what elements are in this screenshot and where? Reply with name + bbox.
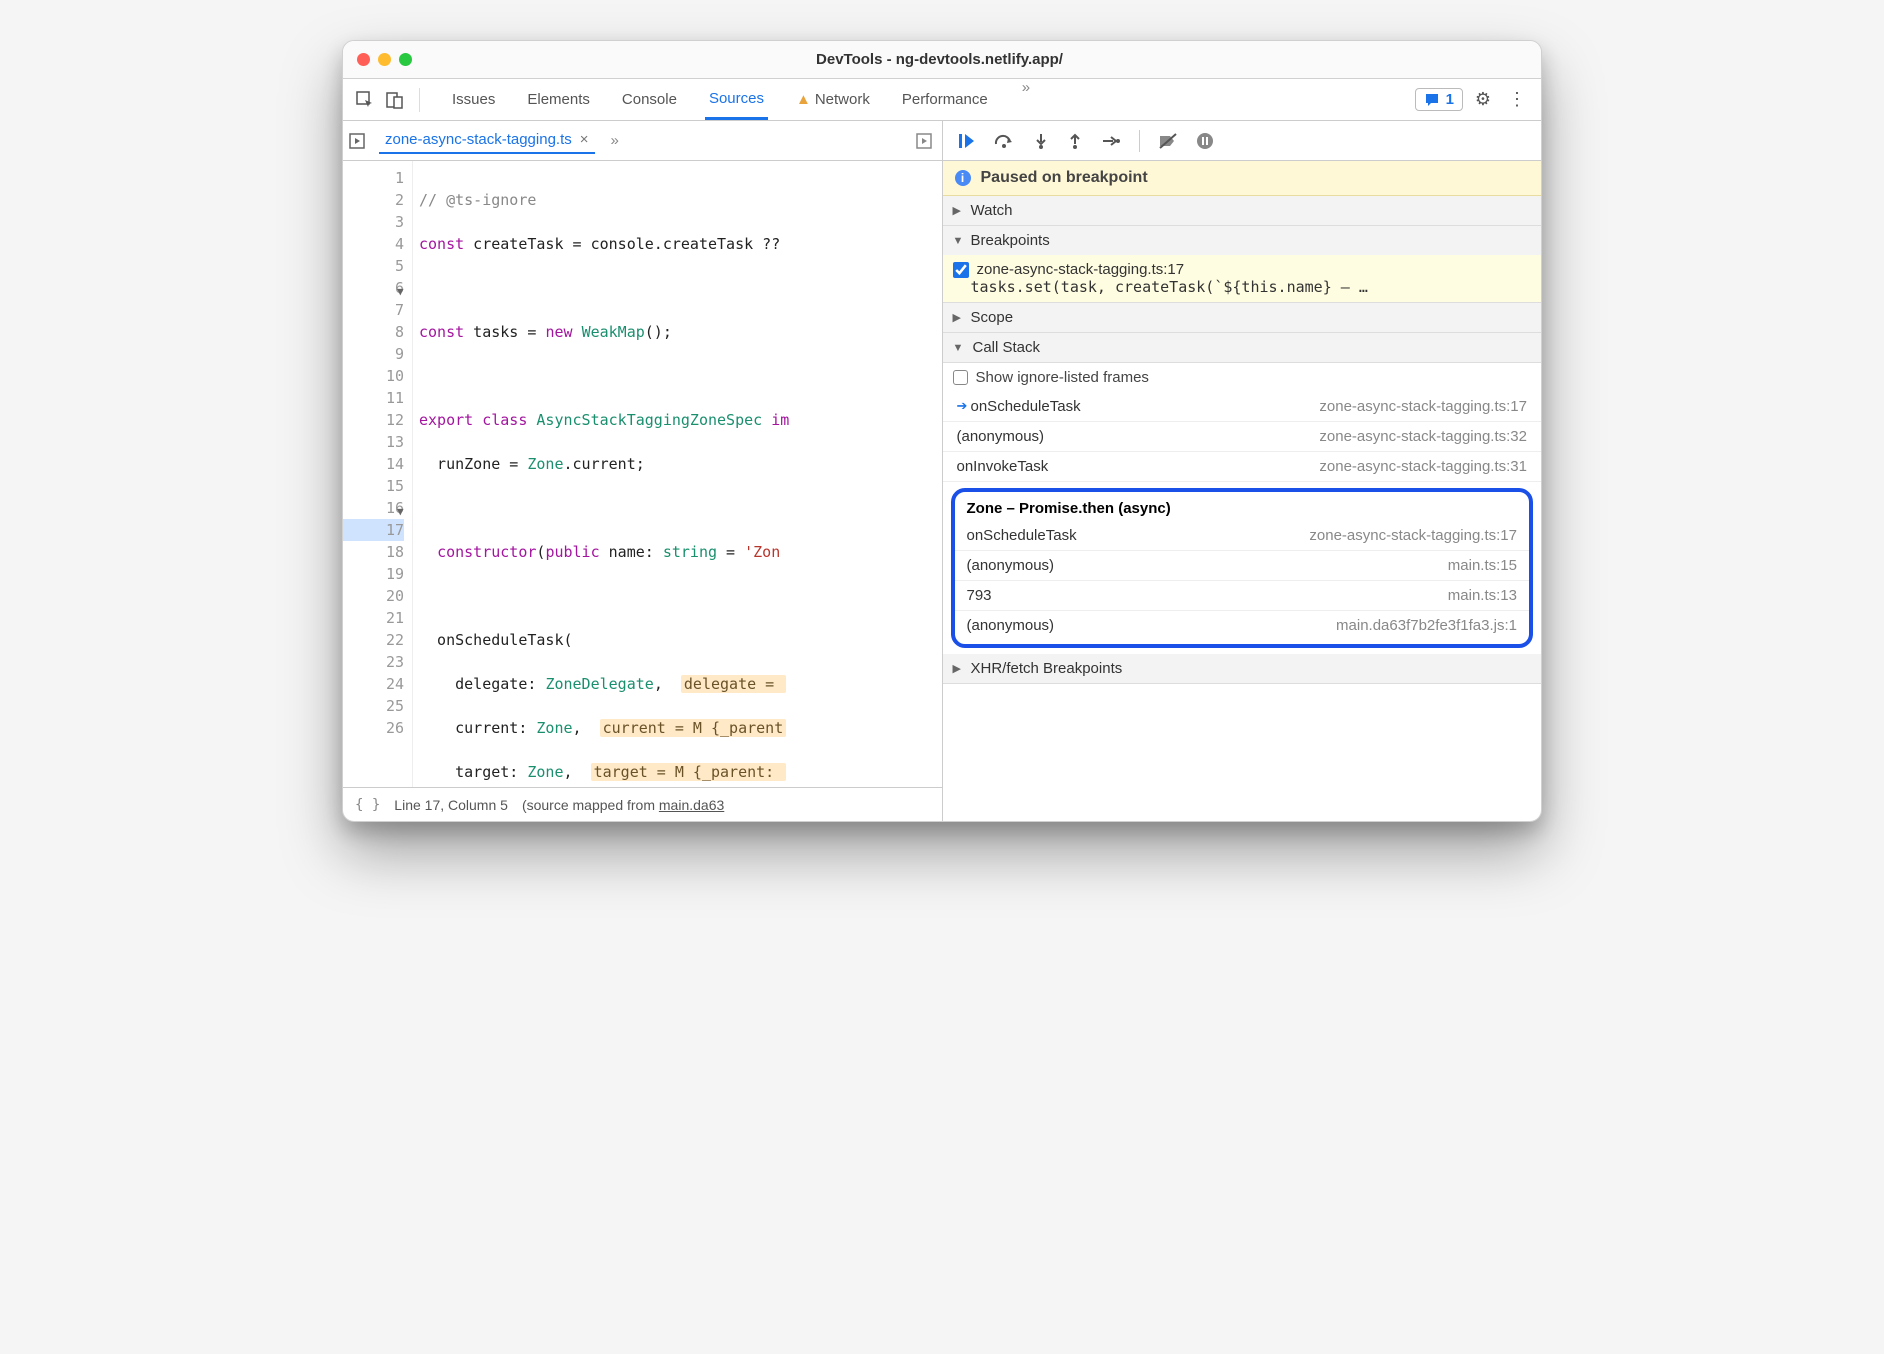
pretty-print-icon[interactable]: { } bbox=[355, 797, 380, 813]
scope-section[interactable]: ▶Scope bbox=[943, 303, 1542, 333]
close-tab-icon[interactable]: × bbox=[580, 131, 589, 148]
step-over-icon[interactable] bbox=[993, 132, 1015, 150]
source-map-link[interactable]: main.da63 bbox=[659, 797, 724, 813]
pause-banner: i Paused on breakpoint bbox=[943, 161, 1542, 196]
speech-bubble-icon bbox=[1424, 92, 1440, 108]
cursor-position: Line 17, Column 5 bbox=[394, 797, 508, 813]
panel-tabs: Issues Elements Console Sources ▲Network… bbox=[448, 79, 1409, 120]
more-tabs-icon[interactable]: » bbox=[1016, 79, 1036, 120]
main-toolbar: Issues Elements Console Sources ▲Network… bbox=[343, 79, 1541, 121]
line-gutter[interactable]: 12345 6▼ 789101112131415 16▼ 17 18192021… bbox=[343, 161, 413, 787]
editor-statusbar: { } Line 17, Column 5 (source mapped fro… bbox=[343, 787, 942, 821]
breakpoints-header[interactable]: ▼Breakpoints bbox=[943, 226, 1542, 255]
more-options-icon[interactable]: ⋮ bbox=[1503, 89, 1531, 110]
file-tabs-bar: zone-async-stack-tagging.ts × » bbox=[343, 121, 942, 161]
source-map-info: (source mapped from main.da63 bbox=[522, 797, 724, 813]
warning-icon: ▲ bbox=[796, 91, 811, 108]
stack-frame[interactable]: (anonymous) main.da63f7b2fe3f1fa3.js:1 bbox=[955, 611, 1530, 640]
tab-network[interactable]: ▲Network bbox=[792, 79, 874, 120]
ignore-listed-toggle[interactable]: Show ignore-listed frames bbox=[943, 363, 1542, 392]
step-into-icon[interactable] bbox=[1033, 132, 1049, 150]
maximize-window-button[interactable] bbox=[399, 53, 412, 66]
titlebar: DevTools - ng-devtools.netlify.app/ bbox=[343, 41, 1541, 79]
info-icon: i bbox=[955, 170, 971, 186]
tab-elements[interactable]: Elements bbox=[523, 79, 594, 120]
debugger-panel: i Paused on breakpoint ▶Watch ▼Breakpoin… bbox=[943, 121, 1542, 821]
pause-exceptions-icon[interactable] bbox=[1196, 132, 1214, 150]
devtools-window: DevTools - ng-devtools.netlify.app/ Issu… bbox=[342, 40, 1542, 822]
window-title: DevTools - ng-devtools.netlify.app/ bbox=[412, 51, 1467, 68]
async-stack-group: Zone – Promise.then (async) onScheduleTa… bbox=[951, 488, 1534, 648]
breakpoints-section: ▼Breakpoints zone-async-stack-tagging.ts… bbox=[943, 226, 1542, 303]
file-tab-active[interactable]: zone-async-stack-tagging.ts × bbox=[379, 127, 595, 154]
source-panel: zone-async-stack-tagging.ts × » 12345 6▼… bbox=[343, 121, 943, 821]
breakpoint-checkbox[interactable] bbox=[953, 262, 969, 278]
issues-counter[interactable]: 1 bbox=[1415, 88, 1463, 111]
stack-frame[interactable]: (anonymous) zone-async-stack-tagging.ts:… bbox=[943, 422, 1542, 452]
step-out-icon[interactable] bbox=[1067, 132, 1083, 150]
watch-section[interactable]: ▶Watch bbox=[943, 196, 1542, 226]
code-content[interactable]: // @ts-ignore const createTask = console… bbox=[413, 161, 942, 787]
tab-performance[interactable]: Performance bbox=[898, 79, 992, 120]
navigator-toggle-icon[interactable] bbox=[349, 133, 369, 149]
debugger-toolbar bbox=[943, 121, 1542, 161]
snippets-icon[interactable] bbox=[916, 133, 936, 149]
stack-frame[interactable]: onScheduleTask zone-async-stack-tagging.… bbox=[955, 521, 1530, 551]
callstack-section: ▼Call Stack Show ignore-listed frames on… bbox=[943, 333, 1542, 654]
callstack-header[interactable]: ▼Call Stack bbox=[943, 333, 1542, 363]
tab-console[interactable]: Console bbox=[618, 79, 681, 120]
stack-frame[interactable]: onInvokeTask zone-async-stack-tagging.ts… bbox=[943, 452, 1542, 482]
stack-frame[interactable]: 793 main.ts:13 bbox=[955, 581, 1530, 611]
deactivate-breakpoints-icon[interactable] bbox=[1158, 132, 1178, 150]
breakpoint-item[interactable]: zone-async-stack-tagging.ts:17 tasks.set… bbox=[943, 255, 1542, 302]
async-group-title: Zone – Promise.then (async) bbox=[955, 496, 1530, 521]
tab-sources[interactable]: Sources bbox=[705, 79, 768, 120]
device-toolbar-icon[interactable] bbox=[383, 88, 407, 112]
checkbox-icon bbox=[953, 370, 968, 385]
main-split: zone-async-stack-tagging.ts × » 12345 6▼… bbox=[343, 121, 1541, 821]
stack-frame[interactable]: onScheduleTask zone-async-stack-tagging.… bbox=[943, 392, 1542, 422]
close-window-button[interactable] bbox=[357, 53, 370, 66]
inspect-element-icon[interactable] bbox=[353, 88, 377, 112]
settings-icon[interactable]: ⚙ bbox=[1469, 89, 1497, 110]
resume-icon[interactable] bbox=[957, 132, 975, 150]
code-editor[interactable]: 12345 6▼ 789101112131415 16▼ 17 18192021… bbox=[343, 161, 942, 787]
stack-frame[interactable]: (anonymous) main.ts:15 bbox=[955, 551, 1530, 581]
traffic-lights bbox=[357, 53, 412, 66]
tab-issues[interactable]: Issues bbox=[448, 79, 499, 120]
xhr-breakpoints-section[interactable]: ▶XHR/fetch Breakpoints bbox=[943, 654, 1542, 684]
step-icon[interactable] bbox=[1101, 132, 1121, 150]
minimize-window-button[interactable] bbox=[378, 53, 391, 66]
more-file-tabs-icon[interactable]: » bbox=[605, 132, 625, 149]
